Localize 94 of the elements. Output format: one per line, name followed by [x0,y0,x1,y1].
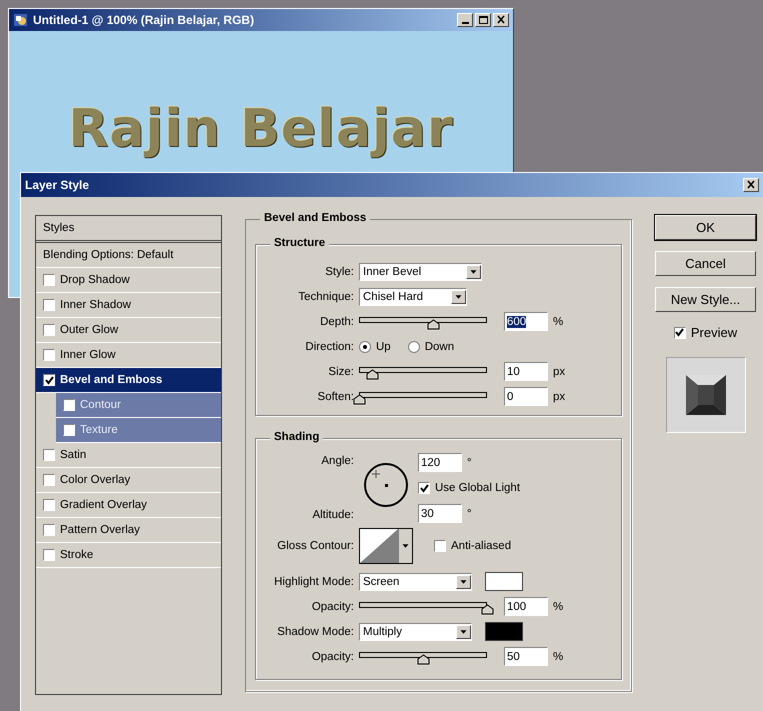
field-label: Depth: [319,316,354,328]
contour-picker[interactable] [359,528,413,564]
checkbox-label: Anti-aliased [451,540,512,552]
checkbox[interactable] [43,349,55,361]
checkbox[interactable] [43,524,55,536]
checkbox[interactable] [43,474,55,486]
unit-label: ° [467,508,472,520]
radio-label: Down [424,340,454,352]
unit-label: px [553,390,566,402]
number-field[interactable]: 10 [504,362,548,381]
number-field[interactable]: 30 [418,504,462,523]
close-button[interactable] [493,13,509,27]
window-title: Layer Style [25,178,90,192]
field-label: Altitude: [311,509,354,521]
group-title: Structure [270,237,330,249]
field-label: Technique: [297,290,354,302]
field-label: Style: [324,266,354,278]
number-field[interactable]: 50 [504,647,548,666]
number-field[interactable]: 600 [504,312,548,331]
radio-button[interactable] [359,340,371,352]
style-item[interactable]: Color Overlay [36,468,221,493]
field-label: Opacity: [310,600,354,612]
field-label: Angle: [320,455,354,467]
style-item[interactable]: Contour [56,393,221,418]
field-label: Size: [327,366,354,378]
checkbox[interactable] [43,374,55,386]
style-item[interactable]: Texture [56,418,221,443]
style-item[interactable]: Stroke [36,543,221,568]
list-header: Styles [36,216,221,243]
contour-curve-icon [360,529,398,563]
checkbox[interactable] [43,449,55,461]
close-icon [496,15,506,25]
dropdown[interactable]: Chisel Hard [359,288,467,306]
number-field[interactable]: 0 [504,387,548,406]
color-swatch[interactable] [485,622,523,641]
dropdown[interactable]: Multiply [359,622,472,640]
field-label: Direction: [304,340,354,352]
field-label: Soften: [316,390,354,402]
dialog-button[interactable]: Cancel [655,251,756,276]
checkbox[interactable] [43,299,55,311]
checkbox[interactable] [418,482,430,494]
number-field[interactable]: 100 [504,597,548,616]
style-item[interactable]: Drop Shadow [36,268,221,293]
unit-label: % [553,650,564,662]
checkbox[interactable] [674,326,686,338]
window-title: Untitled-1 @ 100% (Rajin Belajar, RGB) [33,13,256,27]
field-label: Shadow Mode: [276,626,354,638]
checkbox[interactable] [434,540,446,552]
radio-label: Up [376,340,391,352]
slider-thumb[interactable] [481,604,494,614]
number-field[interactable]: 120 [418,453,462,472]
checkbox[interactable] [43,499,55,511]
style-item[interactable]: Bevel and Emboss [36,368,221,393]
slider-thumb[interactable] [427,318,440,330]
unit-label: % [553,600,564,612]
style-item[interactable]: Pattern Overlay [36,518,221,543]
field-label: Highlight Mode: [273,576,354,588]
unit-label: ° [467,456,472,468]
angle-dial[interactable] [362,461,410,509]
style-item[interactable]: Blending Options: Default [36,243,221,268]
maximize-button[interactable] [475,13,491,27]
checkbox-label: Use Global Light [435,482,520,494]
bevel-preview-icon [686,375,726,415]
maximize-icon [478,15,488,25]
field-label: Opacity: [310,650,354,662]
checkbox[interactable] [63,399,75,411]
checkbox[interactable] [63,424,75,436]
style-item[interactable]: Gradient Overlay [36,493,221,518]
close-button[interactable] [743,178,759,192]
minimize-button[interactable] [457,13,473,27]
dropdown[interactable]: Screen [359,572,472,590]
color-swatch[interactable] [485,572,523,591]
close-icon [746,180,756,190]
canvas-text: Rajin Belajar [68,98,454,161]
checkbox-label: Preview [690,325,738,340]
group-title: Shading [270,431,324,443]
dialog-button[interactable]: New Style... [655,287,756,312]
dialog-button[interactable]: OK [655,215,756,240]
style-item[interactable]: Inner Shadow [36,293,221,318]
style-item[interactable]: Satin [36,443,221,468]
minimize-icon [462,22,468,24]
checkbox[interactable] [43,274,55,286]
section-title: Bevel and Emboss [260,212,370,224]
unit-label: px [553,366,566,378]
checkbox[interactable] [43,549,55,561]
unit-label: % [553,316,564,328]
slider-thumb[interactable] [366,368,379,380]
style-item[interactable]: Outer Glow [36,318,221,343]
field-label: Gloss Contour: [276,540,354,552]
slider-thumb[interactable] [417,654,430,664]
dropdown[interactable]: Inner Bevel [359,262,482,280]
radio-button[interactable] [408,340,420,352]
checkbox[interactable] [43,324,55,336]
app-icon [13,12,29,28]
